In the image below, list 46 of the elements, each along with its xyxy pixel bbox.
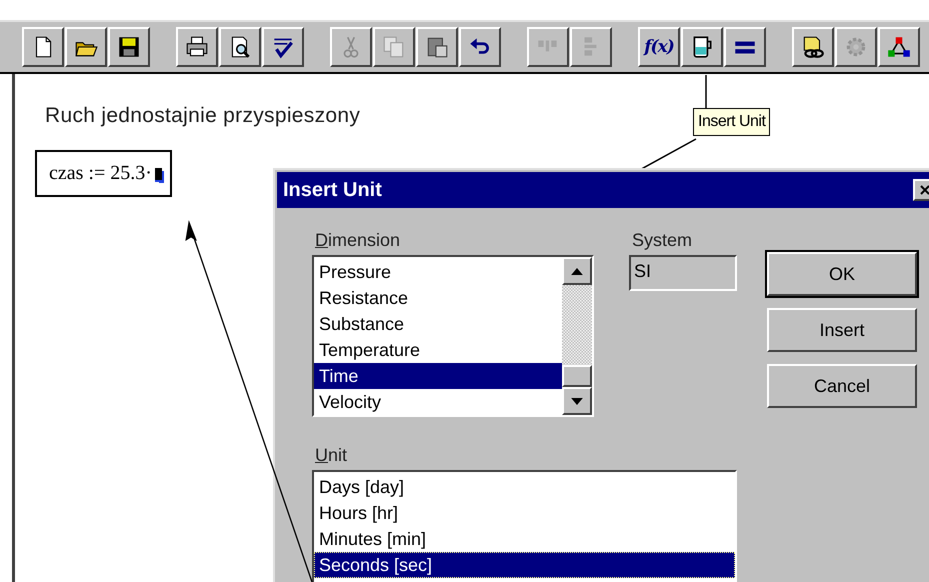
down-arrow-icon bbox=[571, 398, 583, 404]
list-item[interactable]: Seconds [sec] bbox=[314, 552, 735, 578]
tooltip: Insert Unit bbox=[693, 108, 770, 136]
toolbar-button[interactable] bbox=[416, 27, 458, 67]
list-item[interactable]: Days [day] bbox=[314, 474, 735, 500]
heading-text: Ruch jednostajnie przyspieszony bbox=[45, 104, 360, 128]
list-item[interactable]: Pressure bbox=[314, 259, 562, 285]
list-item[interactable]: Resistance bbox=[314, 285, 562, 311]
toolbar-button[interactable] bbox=[22, 27, 64, 67]
toolbar-button[interactable] bbox=[176, 27, 218, 67]
list-item[interactable]: Time bbox=[314, 363, 562, 389]
dialog-button[interactable]: Cancel bbox=[767, 364, 917, 408]
toolbar-button[interactable] bbox=[724, 27, 766, 67]
unit-list[interactable]: Days [day] Hours [hr] Minutes [min] Seconds [sec] bbox=[312, 470, 737, 582]
toolbar-button[interactable] bbox=[792, 27, 834, 67]
scroll-thumb[interactable] bbox=[562, 365, 592, 387]
up-arrow-icon bbox=[571, 268, 583, 274]
toolbar-button[interactable] bbox=[108, 27, 150, 67]
list-item[interactable]: Velocity bbox=[314, 389, 562, 415]
scrollbar[interactable] bbox=[562, 257, 592, 415]
toolbar-button[interactable] bbox=[219, 27, 261, 67]
system-label: System bbox=[632, 230, 694, 251]
dialog-button[interactable]: Insert bbox=[767, 308, 917, 352]
system-field: SI bbox=[629, 255, 737, 291]
unit-label: Unit bbox=[315, 445, 348, 466]
list-item[interactable]: Temperature bbox=[314, 337, 562, 363]
toolbar-button[interactable] bbox=[878, 27, 920, 67]
close-icon bbox=[920, 185, 929, 195]
math-expression: czas := 25.3· bbox=[49, 162, 152, 185]
scroll-up-button[interactable] bbox=[562, 257, 592, 285]
leader-line bbox=[705, 75, 707, 108]
dimension-list[interactable]: Pressure Resistance Substance Temperature Time Velocity bbox=[312, 255, 594, 417]
dialog-title: Insert Unit bbox=[283, 178, 382, 202]
toolbar-button[interactable] bbox=[459, 27, 501, 67]
math-region[interactable]: czas := 25.3· bbox=[35, 150, 172, 197]
list-item[interactable]: Minutes [min] bbox=[314, 526, 735, 552]
toolbar-button[interactable] bbox=[262, 27, 304, 67]
placeholder-cursor bbox=[154, 168, 162, 182]
list-item[interactable]: Hours [hr] bbox=[314, 500, 735, 526]
toolbar-button[interactable] bbox=[65, 27, 107, 67]
dialog-button[interactable]: OK bbox=[767, 252, 917, 296]
toolbar-button[interactable] bbox=[681, 27, 723, 67]
function-button[interactable]: f(x) bbox=[638, 27, 680, 67]
list-item[interactable]: Substance bbox=[314, 311, 562, 337]
scroll-down-button[interactable] bbox=[562, 387, 592, 415]
dimension-label: Dimension bbox=[315, 230, 402, 251]
